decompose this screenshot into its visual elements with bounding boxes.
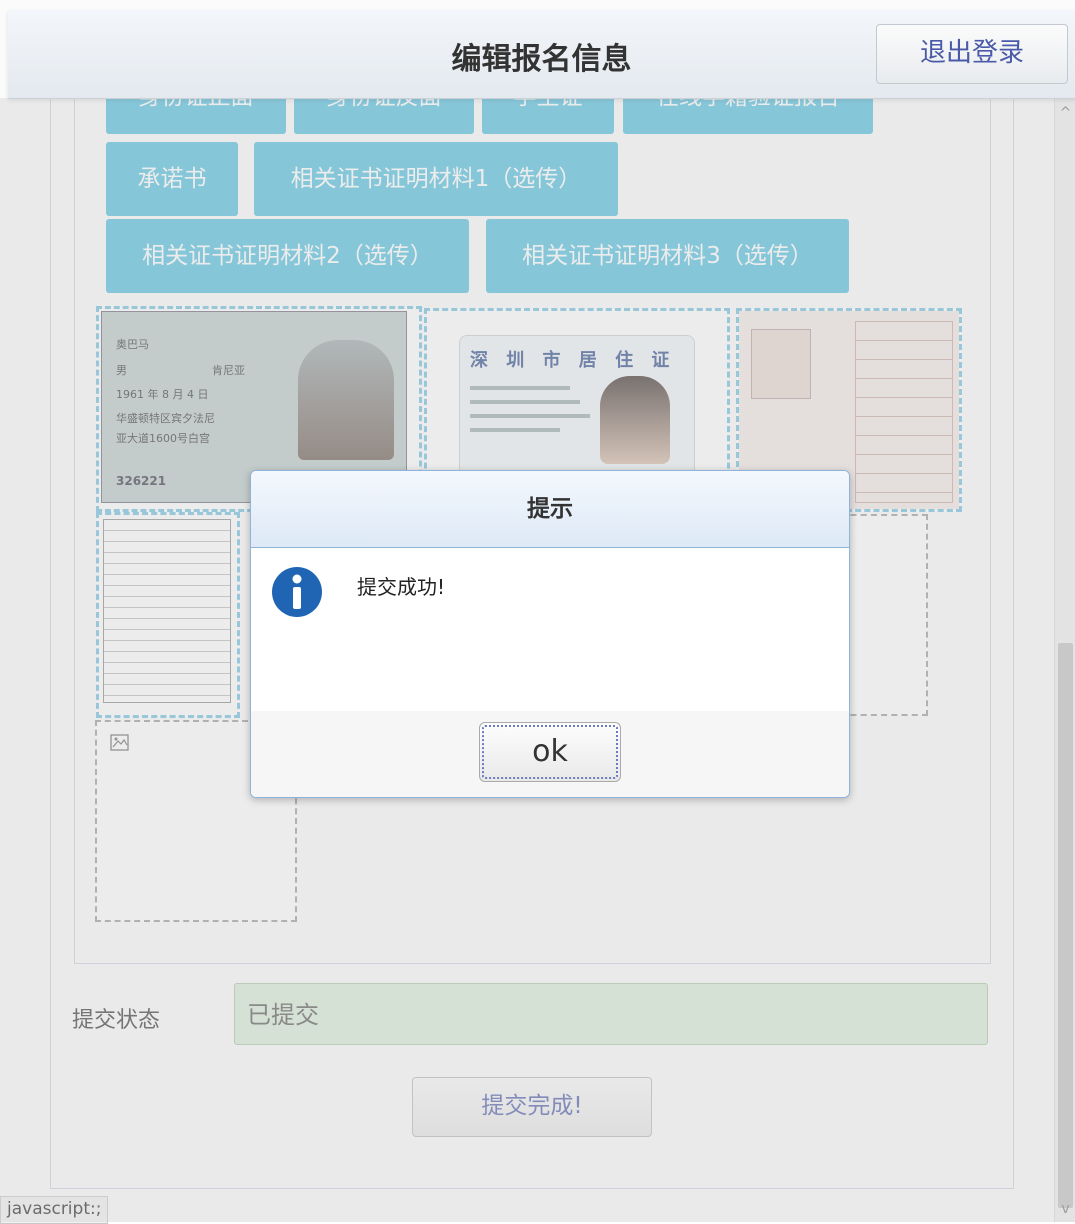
alert-dialog: 提示 提交成功! ok: [250, 470, 850, 798]
logout-button[interactable]: 退出登录: [876, 24, 1068, 84]
dialog-message: 提交成功!: [357, 575, 446, 599]
ok-button[interactable]: ok: [479, 722, 621, 782]
header-bar: 编辑报名信息 退出登录: [8, 10, 1075, 99]
page: 编辑报名信息 退出登录 身份证正面 身份证反面 学生证 在线学籍验证报告 承诺书…: [0, 0, 1075, 1224]
dialog-footer: ok: [251, 711, 849, 797]
info-icon: [272, 567, 322, 617]
dialog-title: 提示: [251, 471, 849, 548]
